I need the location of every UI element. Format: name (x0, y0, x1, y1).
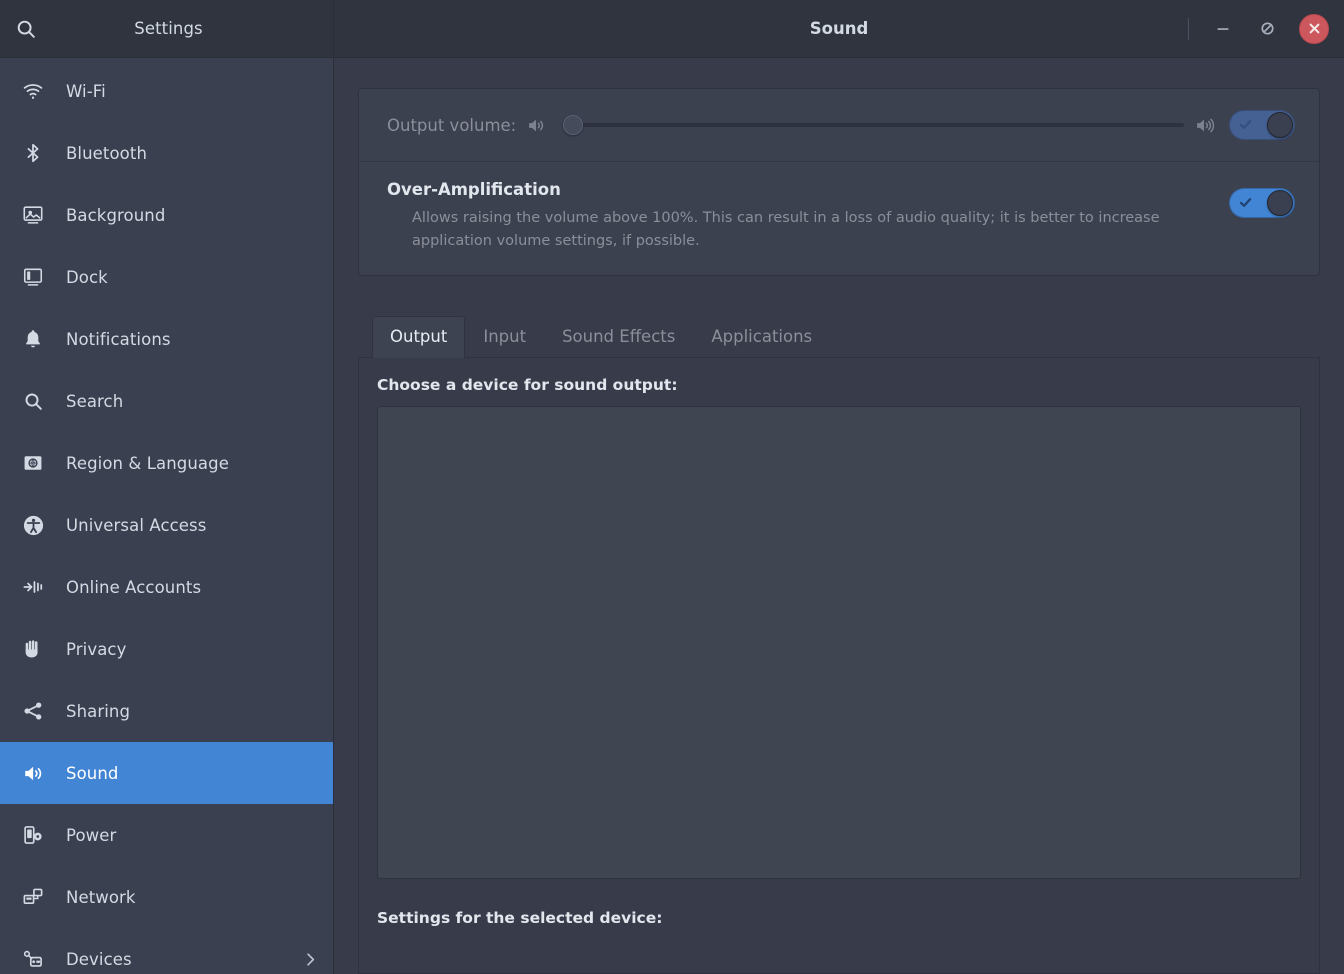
minimize-button[interactable] (1206, 12, 1240, 46)
sidebar-item-wifi[interactable]: Wi-Fi (0, 60, 333, 122)
network-icon (14, 886, 52, 908)
hand-icon (14, 638, 52, 660)
sidebar-item-power[interactable]: Power (0, 804, 333, 866)
sidebar-item-network[interactable]: Network (0, 866, 333, 928)
output-tab-panel: Choose a device for sound output: Settin… (358, 358, 1320, 974)
speaker-high-icon (1194, 115, 1215, 136)
settings-window: Settings Sound (0, 0, 1344, 974)
universal-access-icon (14, 514, 52, 537)
sidebar-item-label: Wi-Fi (66, 82, 106, 101)
sidebar-item-label: Sound (66, 764, 118, 783)
maximize-restore-button[interactable] (1250, 12, 1284, 46)
choose-device-label: Choose a device for sound output: (377, 376, 1301, 394)
sound-settings-content: Output volume: (334, 58, 1344, 974)
sidebar-item-label: Network (66, 888, 136, 907)
bluetooth-icon (14, 142, 52, 164)
over-amplification-texts: Over-Amplification Allows raising the vo… (387, 180, 1229, 253)
over-amplification-toggle[interactable] (1229, 188, 1295, 218)
check-icon (1239, 196, 1252, 209)
sound-icon (14, 762, 52, 785)
speaker-low-icon (526, 115, 547, 136)
toggle-knob (1267, 112, 1293, 138)
sidebar-item-privacy[interactable]: Privacy (0, 618, 333, 680)
tab-applications[interactable]: Applications (693, 315, 830, 357)
sidebar-header: Settings (0, 0, 334, 57)
header-separator (1188, 18, 1189, 40)
sidebar-item-sharing[interactable]: Sharing (0, 680, 333, 742)
region-language-icon (14, 452, 52, 474)
sidebar-item-label: Search (66, 392, 123, 411)
toggle-knob (1267, 190, 1293, 216)
output-volume-label: Output volume: (387, 116, 516, 135)
output-volume-toggle[interactable] (1229, 110, 1295, 140)
share-icon (14, 700, 52, 722)
tab-label: Input (483, 327, 526, 346)
window-controls (1182, 12, 1334, 46)
check-icon (1239, 118, 1252, 131)
over-amplification-description: Allows raising the volume above 100%. Th… (387, 207, 1177, 253)
tab-sound-effects[interactable]: Sound Effects (544, 315, 693, 357)
selected-device-label: Settings for the selected device: (377, 909, 1301, 927)
devices-icon (14, 948, 52, 970)
selected-device-settings-area (377, 935, 1301, 961)
over-amplification-switch-wrapper (1229, 180, 1295, 218)
sound-notebook: Output Input Sound Effects Applications … (358, 316, 1320, 974)
search-icon (14, 391, 52, 412)
sidebar-item-notifications[interactable]: Notifications (0, 308, 333, 370)
slider-track (563, 123, 1184, 127)
volume-frame: Output volume: (358, 88, 1320, 276)
sidebar-item-label: Region & Language (66, 454, 229, 473)
sidebar: Wi-Fi Bluetooth (0, 58, 334, 974)
output-device-list[interactable] (377, 406, 1301, 879)
sidebar-item-bluetooth[interactable]: Bluetooth (0, 122, 333, 184)
tab-label: Output (390, 327, 447, 346)
sidebar-item-universal-access[interactable]: Universal Access (0, 494, 333, 556)
tab-input[interactable]: Input (465, 315, 544, 357)
sidebar-item-label: Devices (66, 950, 132, 969)
power-icon (14, 824, 52, 846)
chevron-right-icon (302, 951, 319, 968)
tab-label: Sound Effects (562, 327, 675, 346)
sidebar-item-background[interactable]: Background (0, 184, 333, 246)
sidebar-item-devices[interactable]: Devices (0, 928, 333, 974)
tab-output[interactable]: Output (372, 316, 465, 358)
bell-icon (14, 328, 52, 350)
close-button[interactable] (1299, 14, 1329, 44)
sidebar-item-label: Dock (66, 268, 108, 287)
sidebar-item-label: Universal Access (66, 516, 206, 535)
tab-label: Applications (711, 327, 812, 346)
online-accounts-icon (14, 576, 52, 598)
sidebar-item-search[interactable]: Search (0, 370, 333, 432)
sidebar-item-label: Sharing (66, 702, 130, 721)
output-volume-slider[interactable] (563, 114, 1184, 136)
sidebar-item-label: Notifications (66, 330, 171, 349)
over-amplification-row: Over-Amplification Allows raising the vo… (359, 162, 1319, 275)
slider-handle[interactable] (563, 115, 583, 135)
search-icon[interactable] (0, 0, 52, 58)
background-icon (14, 204, 52, 226)
sidebar-item-label: Online Accounts (66, 578, 201, 597)
sidebar-title: Settings (52, 19, 333, 38)
sidebar-item-label: Privacy (66, 640, 126, 659)
header-bar: Settings Sound (0, 0, 1344, 58)
output-volume-row: Output volume: (359, 89, 1319, 161)
sidebar-item-region-language[interactable]: Region & Language (0, 432, 333, 494)
sidebar-item-label: Power (66, 826, 116, 845)
window-body: Wi-Fi Bluetooth (0, 58, 1344, 974)
sidebar-item-dock[interactable]: Dock (0, 246, 333, 308)
sidebar-item-sound[interactable]: Sound (0, 742, 333, 804)
over-amplification-title: Over-Amplification (387, 180, 1209, 199)
dock-icon (14, 266, 52, 288)
sidebar-item-label: Bluetooth (66, 144, 147, 163)
window-header: Sound (334, 0, 1344, 57)
sidebar-item-label: Background (66, 206, 165, 225)
wifi-icon (14, 80, 52, 102)
tab-bar: Output Input Sound Effects Applications (358, 316, 1320, 358)
sidebar-item-online-accounts[interactable]: Online Accounts (0, 556, 333, 618)
